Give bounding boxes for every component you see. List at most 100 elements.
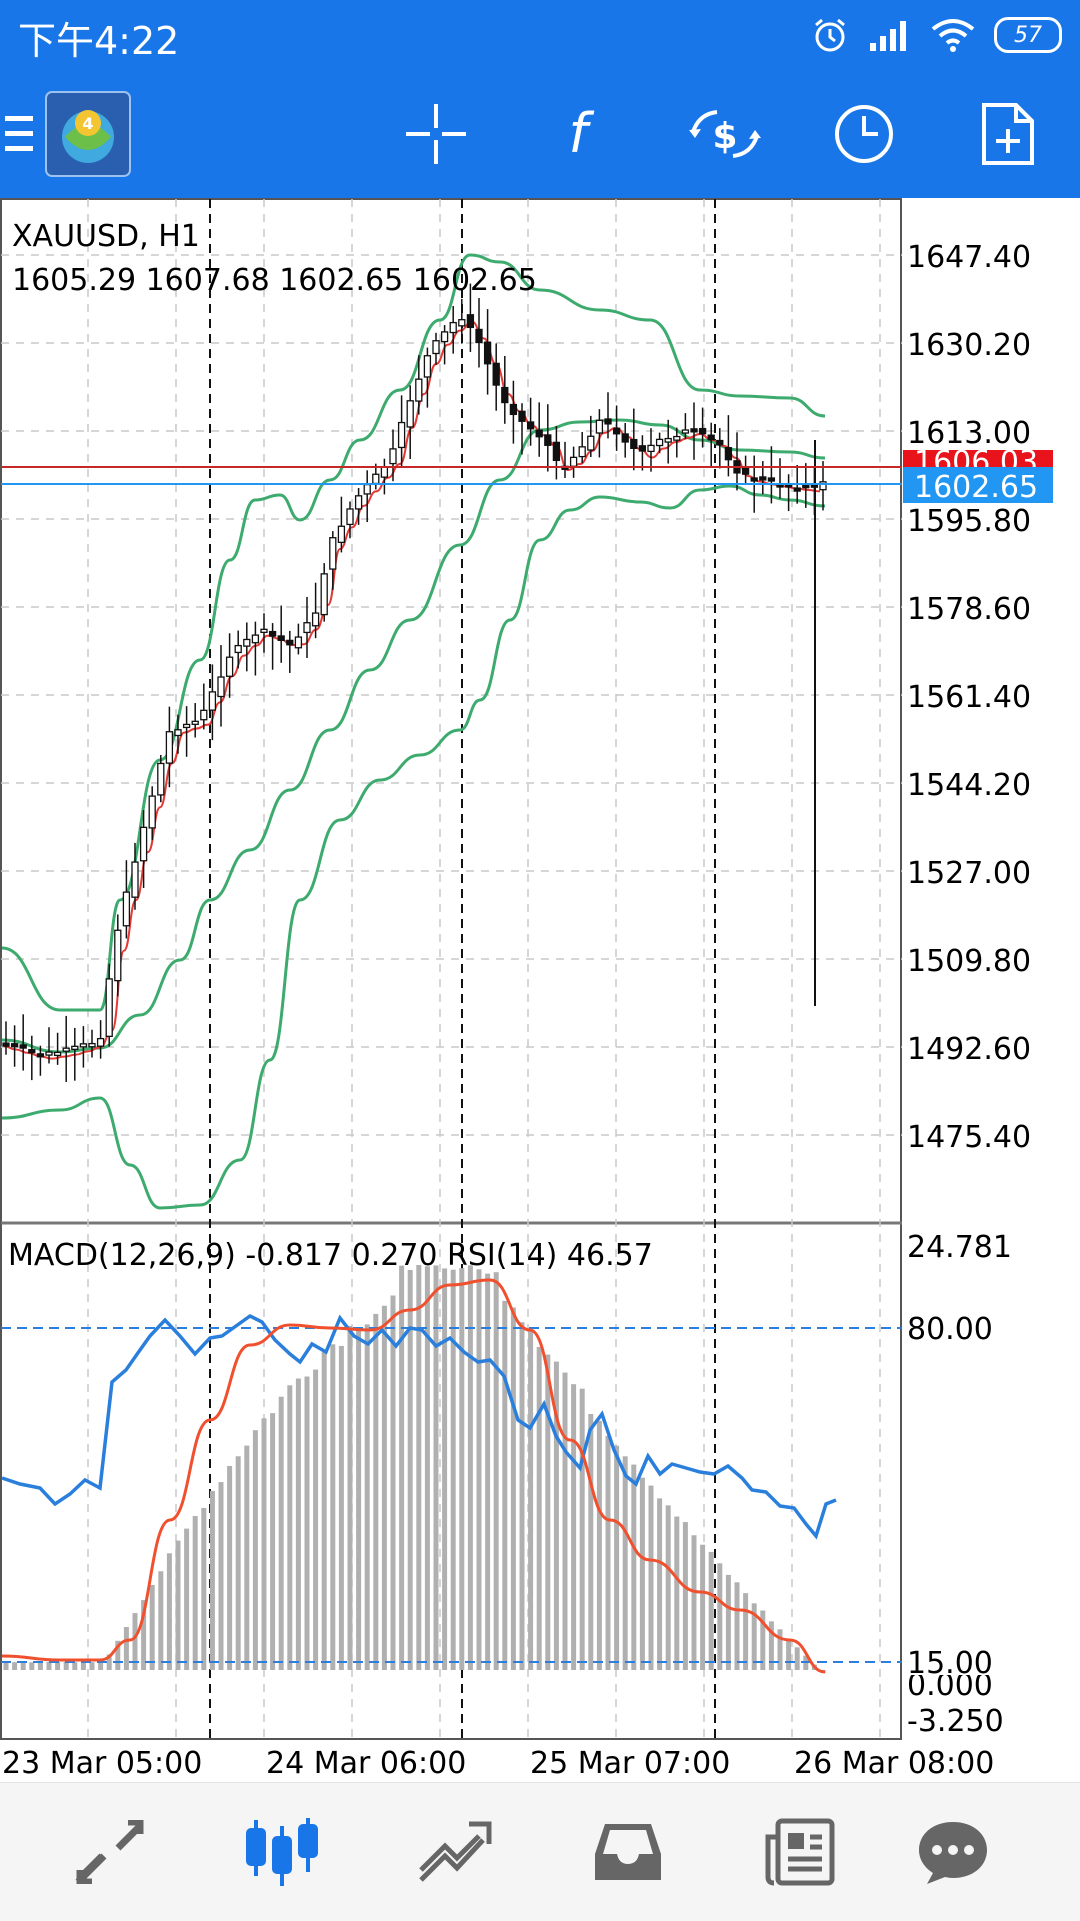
histogram-bar xyxy=(98,1662,104,1670)
battery-indicator: 57 xyxy=(994,17,1062,53)
histogram-bar xyxy=(424,1266,430,1670)
histogram-bar xyxy=(614,1445,620,1670)
nav-news[interactable] xyxy=(740,1783,860,1921)
histogram-bar xyxy=(227,1465,233,1670)
histogram-bar xyxy=(373,1313,379,1670)
time-tick: 25 Mar 07:00 xyxy=(530,1746,730,1778)
price-tick: 1595.80 xyxy=(907,504,1031,539)
indicator-scale[interactable]: 24.781 80.00 0.000 15.00 -3.250 xyxy=(903,1230,1043,1739)
status-icons: 57 xyxy=(810,12,1062,58)
histogram-bar xyxy=(261,1418,267,1670)
histogram-bar xyxy=(166,1553,172,1670)
histogram-bar xyxy=(596,1420,602,1670)
menu-icon xyxy=(5,116,33,151)
svg-text:4: 4 xyxy=(82,114,93,133)
indicator-tick: -3.250 xyxy=(907,1704,1004,1739)
crosshair-icon xyxy=(406,104,466,164)
histogram-bar xyxy=(399,1265,405,1670)
histogram-bar xyxy=(330,1344,336,1670)
histogram-bar xyxy=(390,1295,396,1670)
histogram-bar xyxy=(244,1445,250,1670)
histogram-bar xyxy=(12,1662,18,1670)
quotes-icon xyxy=(75,1820,144,1884)
bottom-navigation xyxy=(0,1782,1080,1921)
time-scale[interactable]: 23 Mar 05:00 24 Mar 06:00 25 Mar 07:00 2… xyxy=(2,1746,994,1781)
histogram-bar xyxy=(510,1307,516,1670)
status-bar: 下午4:22 57 xyxy=(0,0,1080,70)
nav-quotes[interactable] xyxy=(50,1783,170,1921)
new-order-icon xyxy=(982,103,1034,165)
histogram-bar xyxy=(295,1378,301,1670)
histogram-bar xyxy=(55,1662,61,1670)
histogram-bar xyxy=(252,1430,258,1670)
histogram-bar xyxy=(700,1544,706,1670)
histogram-bar xyxy=(356,1330,362,1670)
app-logo: 4 xyxy=(45,91,131,177)
histogram-bar xyxy=(579,1388,585,1670)
histogram-bar xyxy=(571,1384,577,1670)
svg-text:f: f xyxy=(568,102,594,165)
histogram-bar xyxy=(338,1345,344,1670)
indicator-tick: 80.00 xyxy=(907,1312,993,1347)
nav-chart[interactable] xyxy=(222,1783,342,1921)
histogram-bar xyxy=(192,1516,198,1670)
histogram-bar xyxy=(37,1662,43,1670)
histogram-bar xyxy=(63,1661,69,1670)
histogram-bar xyxy=(691,1535,697,1670)
chart-area[interactable]: XAUUSD, H1 1605.29 1607.68 1602.65 1602.… xyxy=(0,198,1080,1781)
nav-history[interactable] xyxy=(568,1783,688,1921)
indicator-label: MACD(12,26,9) -0.817 0.270 RSI(14) 46.57 xyxy=(8,1238,653,1273)
histogram-bar xyxy=(313,1369,319,1670)
histogram-bar xyxy=(287,1385,293,1670)
trade-icon: $ xyxy=(689,110,761,158)
histogram-bar xyxy=(175,1540,181,1670)
price-scale[interactable]: 1647.40 1630.20 1613.00 1595.80 1578.60 … xyxy=(907,240,1031,1155)
histogram-bar xyxy=(20,1662,26,1670)
price-tick: 1527.00 xyxy=(907,856,1031,891)
histogram-bar xyxy=(536,1346,542,1670)
bid-price-label: 1602.65 xyxy=(914,470,1038,505)
time-tick: 23 Mar 05:00 xyxy=(2,1746,202,1778)
histogram-bar xyxy=(201,1507,207,1670)
histogram-bar xyxy=(734,1582,740,1670)
price-chart[interactable]: XAUUSD, H1 1605.29 1607.68 1602.65 1602.… xyxy=(0,198,1080,1781)
histogram-bar xyxy=(218,1482,224,1670)
histogram-bar xyxy=(717,1563,723,1670)
price-tick: 1578.60 xyxy=(907,592,1031,627)
toolbar: 4 f $ xyxy=(0,70,1080,198)
histogram-bar xyxy=(682,1522,688,1670)
histogram-bar xyxy=(235,1456,241,1670)
histogram-bar xyxy=(46,1661,52,1670)
trade-button[interactable]: $ xyxy=(680,70,770,198)
timeframe-button[interactable] xyxy=(824,70,904,198)
histogram-bar xyxy=(657,1498,663,1670)
histogram-bar xyxy=(519,1322,525,1670)
histogram-bar xyxy=(605,1435,611,1670)
chat-icon xyxy=(919,1822,987,1884)
histogram-bar xyxy=(528,1329,534,1670)
indicators-button[interactable]: f xyxy=(538,70,618,198)
nav-trade[interactable] xyxy=(395,1783,515,1921)
histogram-bar xyxy=(467,1265,473,1670)
histogram-bar xyxy=(648,1485,654,1670)
price-tick: 1544.20 xyxy=(907,768,1031,803)
histogram-bar xyxy=(777,1629,783,1670)
histogram-bar xyxy=(502,1300,508,1670)
price-tick: 1509.80 xyxy=(907,944,1031,979)
nav-chat[interactable] xyxy=(893,1783,1013,1921)
price-tick: 1492.60 xyxy=(907,1032,1031,1067)
histogram-bar xyxy=(184,1528,190,1670)
clock-icon xyxy=(835,105,893,163)
new-order-button[interactable] xyxy=(968,70,1048,198)
histogram-bar xyxy=(29,1662,35,1670)
wifi-icon xyxy=(931,19,975,52)
indicator-tick: 15.00 xyxy=(907,1646,993,1681)
histogram-bar xyxy=(381,1305,387,1670)
svg-text:$: $ xyxy=(712,116,737,157)
app-logo-button[interactable]: 4 xyxy=(44,70,132,198)
time-tick: 26 Mar 08:00 xyxy=(794,1746,994,1778)
histogram-bar xyxy=(665,1505,671,1670)
crosshair-button[interactable] xyxy=(396,70,476,198)
menu-button[interactable] xyxy=(0,70,40,198)
histogram-bar xyxy=(674,1516,680,1670)
